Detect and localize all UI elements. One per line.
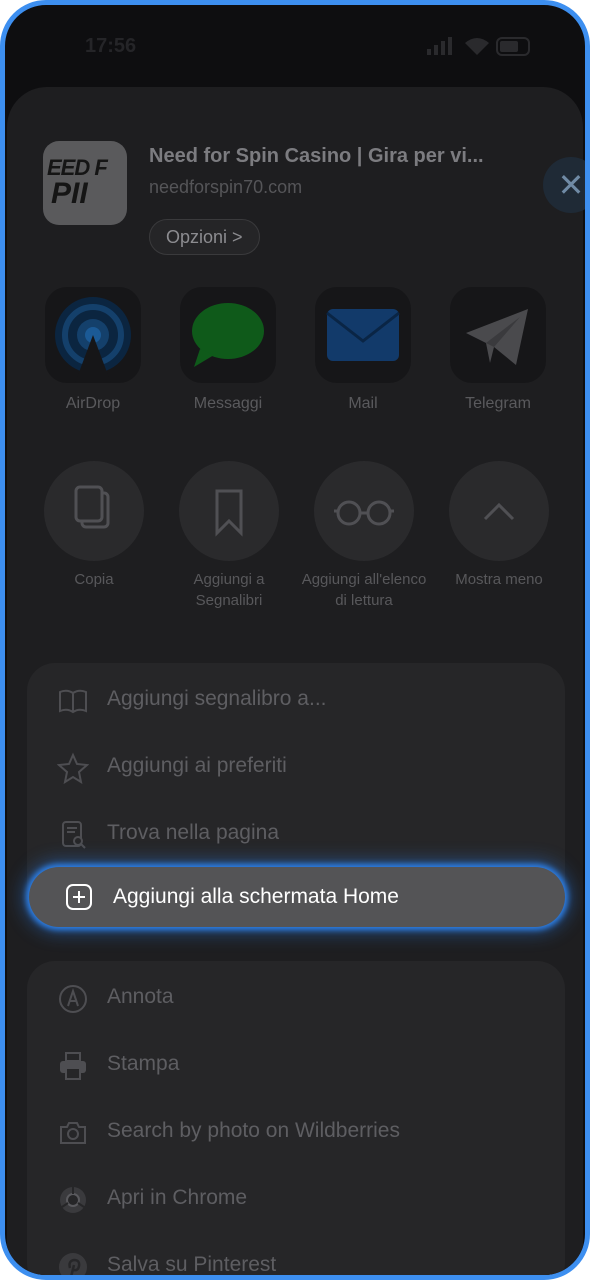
menu-item-add-bookmark-to[interactable]: Aggiungi segnalibro a... <box>27 669 565 731</box>
menu-item-print[interactable]: Stampa <box>27 1034 565 1096</box>
site-thumbnail: EED F PII <box>43 141 127 225</box>
menu-item-save-pinterest[interactable]: Salva su Pinterest <box>27 1235 565 1276</box>
menu-item-find-in-page[interactable]: Trova nella pagina <box>27 803 565 865</box>
chevron-up-icon <box>449 461 549 561</box>
chrome-icon <box>60 1187 86 1213</box>
menu-item-label: Aggiungi segnalibro a... <box>107 687 327 710</box>
action-label: Copia <box>74 571 114 588</box>
messages-icon <box>180 287 276 383</box>
action-label: Aggiungi all'elenco di lettura <box>301 571 427 609</box>
status-icons <box>427 37 530 56</box>
menu-item-markup[interactable]: Annota <box>27 967 565 1029</box>
find-in-page-icon <box>62 821 86 849</box>
mail-icon <box>315 287 411 383</box>
camera-icon <box>60 1122 86 1144</box>
share-targets-row: AirDrop Messaggi Mail Telegram <box>43 287 583 427</box>
close-icon: ✕ <box>557 167 585 203</box>
action-label: Mostra meno <box>455 571 543 588</box>
status-bar: 17:56 <box>5 5 585 85</box>
reading-glasses-icon <box>314 461 414 561</box>
copy-icon <box>44 461 144 561</box>
action-show-less[interactable]: Mostra meno <box>434 461 564 590</box>
markup-icon <box>59 985 87 1013</box>
printer-icon <box>60 1052 86 1080</box>
menu-item-add-favorites[interactable]: Aggiungi ai preferiti <box>27 736 565 798</box>
telegram-icon <box>450 287 546 383</box>
book-icon <box>59 689 87 714</box>
share-target-label: Telegram <box>465 395 531 412</box>
share-target-label: Messaggi <box>193 395 263 412</box>
share-target-label: Mail <box>348 395 378 412</box>
page-title: Need for Spin Casino | Gira per vi... <box>149 145 484 167</box>
phone-frame: 17:56 EED F PII Need for Spin Casino | G… <box>0 0 590 1280</box>
thumbnail-logo-line2: PII <box>51 177 88 210</box>
page-domain: needforspin70.com <box>149 177 303 197</box>
menu-item-search-by-photo[interactable]: Search by photo on Wildberries <box>27 1101 565 1163</box>
share-target-airdrop[interactable]: AirDrop <box>43 287 143 413</box>
menu-item-label: Trova nella pagina <box>107 821 279 844</box>
pinterest-icon <box>59 1253 87 1275</box>
menu-item-label: Salva su Pinterest <box>107 1253 277 1276</box>
action-label: Aggiungi a Segnalibri <box>193 571 265 609</box>
menu-item-label: Aggiungi ai preferiti <box>107 754 287 777</box>
action-add-bookmark[interactable]: Aggiungi a Segnalibri <box>164 461 294 611</box>
status-time: 17:56 <box>85 35 137 57</box>
share-target-telegram[interactable]: Telegram <box>448 287 548 413</box>
airdrop-icon <box>45 287 141 383</box>
options-button[interactable]: Opzioni > <box>149 219 260 255</box>
menu-item-label: Stampa <box>107 1052 180 1075</box>
bookmark-icon <box>179 461 279 561</box>
share-target-mail[interactable]: Mail <box>313 287 413 413</box>
menu-item-add-to-home-screen[interactable]: Aggiungi alla schermata Home <box>29 867 565 927</box>
action-copy[interactable]: Copia <box>29 461 159 590</box>
menu-item-label: Apri in Chrome <box>107 1186 248 1209</box>
menu-item-label: Search by photo on Wildberries <box>107 1119 400 1142</box>
action-reading-list[interactable]: Aggiungi all'elenco di lettura <box>299 461 429 611</box>
star-icon <box>57 752 89 784</box>
menu-group-2: Annota Stampa Search by photo on Wildber… <box>27 961 565 1276</box>
menu-item-label: Annota <box>107 985 174 1008</box>
share-header: EED F PII Need for Spin Casino | Gira pe… <box>43 141 585 261</box>
actions-row: Copia Aggiungi a Segnalibri Aggiungi all… <box>43 461 583 661</box>
plus-square-icon <box>66 884 92 910</box>
close-button[interactable]: ✕ <box>543 157 585 213</box>
menu-item-open-in-chrome[interactable]: Apri in Chrome <box>27 1168 565 1230</box>
share-target-messages[interactable]: Messaggi <box>178 287 278 413</box>
menu-item-label: Aggiungi alla schermata Home <box>113 885 399 908</box>
share-target-label: AirDrop <box>65 395 121 412</box>
